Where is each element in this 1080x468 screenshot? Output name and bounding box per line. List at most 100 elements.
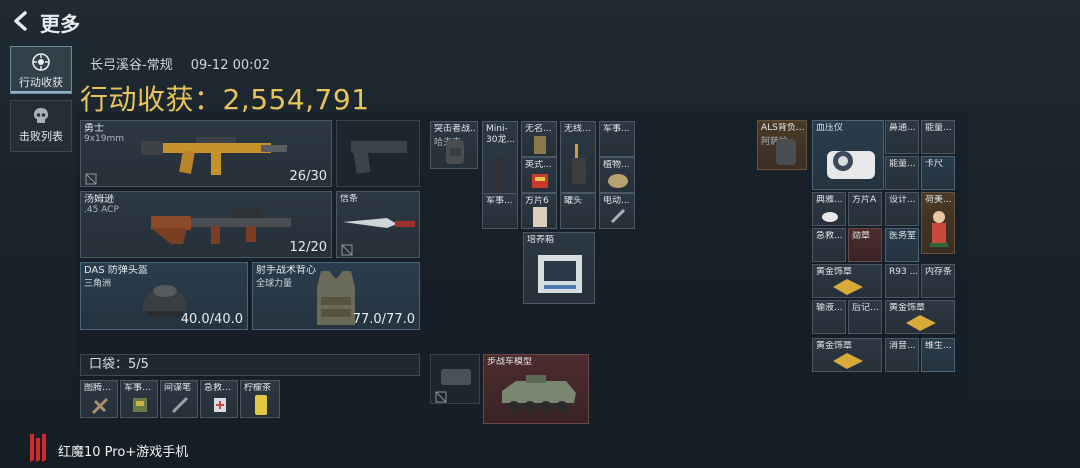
blood-pressure-icon (827, 151, 875, 179)
armor-slot[interactable]: 射手战术背心 全球力量 77.0/77.0 (252, 262, 420, 330)
backpack-item[interactable]: 罐头 (560, 193, 596, 229)
primary-weapon-slot[interactable]: 勇士 9x19mm 26/30 (80, 120, 332, 187)
backpack-item[interactable]: 无名... (521, 121, 557, 157)
backpack-icon (776, 139, 796, 165)
pocket-item[interactable]: 军事... (120, 380, 158, 418)
target-icon (32, 53, 50, 71)
tab-kill-list[interactable]: 击败列表 (10, 100, 72, 152)
safebox-item[interactable]: 荷美... (921, 192, 955, 254)
backpack-item[interactable]: 突击者战... 哈夫克 (430, 121, 478, 169)
backpack-item[interactable]: 植物... (599, 157, 635, 193)
safebox-item[interactable]: 黄金饰章 (812, 338, 882, 372)
raid-time: 09-12 00:02 (190, 58, 271, 73)
safebox-item[interactable]: 勋章 (848, 228, 882, 262)
gold-badge-icon (833, 279, 863, 295)
lock-icon (435, 391, 447, 403)
backpack-item[interactable]: 军事... (599, 121, 635, 157)
safebox-item[interactable]: 黄金饰章 (812, 264, 882, 298)
tin-icon (532, 174, 548, 188)
safebox-item[interactable]: 鼻通... (885, 120, 919, 154)
jar-icon (608, 174, 628, 188)
weapon-name: 汤姆逊 (84, 194, 114, 205)
card-icon (533, 207, 547, 227)
safebox-item[interactable]: R93 ... (885, 264, 919, 298)
melee-name: 信条 (340, 194, 359, 204)
backpack-item[interactable]: 方片6 (521, 193, 557, 229)
firstaid-icon (214, 398, 226, 412)
backpack-item[interactable]: 英式... (521, 157, 557, 193)
skull-icon (34, 108, 48, 123)
tea-can-icon (255, 395, 267, 415)
safebox-item[interactable]: 方片A (848, 192, 882, 226)
back-arrow-icon[interactable] (10, 10, 32, 32)
helmet-slot[interactable]: DAS 防弹头盔 三角洲 40.0/40.0 (80, 262, 248, 330)
radio-icon (572, 144, 586, 184)
brand-text: 红魔10 Pro+游戏手机 (58, 445, 189, 460)
knife-icon (343, 218, 415, 228)
ammo-count: 26/30 (289, 169, 327, 184)
map-name: 长弓溪谷-常规 (90, 58, 173, 73)
case-icon (441, 369, 471, 385)
pen-icon (171, 396, 189, 414)
tab-label: 行动收获 (19, 76, 63, 89)
safebox-item[interactable]: 后记... (848, 300, 882, 334)
gold-badge-icon (906, 315, 936, 331)
pistol-silhouette-icon (351, 141, 407, 174)
safebox-item[interactable]: 血压仪 (812, 120, 884, 190)
armor-faction: 全球力量 (256, 279, 293, 289)
helmet-faction: 三角洲 (84, 279, 112, 289)
gold-badge-icon (833, 353, 863, 369)
pocket-item[interactable]: 急救... (200, 380, 238, 418)
smg-icon (151, 208, 291, 244)
safebox-item[interactable]: 维生... (921, 338, 955, 372)
backpack-item[interactable]: 无线... (560, 121, 596, 193)
safebox-item[interactable]: 设计... (885, 192, 919, 226)
safebox-item[interactable]: 消音... (885, 338, 919, 372)
ration-icon (133, 398, 147, 412)
melee-slot[interactable]: 信条 (336, 191, 420, 258)
pocket-item[interactable]: 柠檬茶 (240, 380, 280, 418)
cup-icon (822, 212, 838, 222)
safebox-item[interactable]: 医务室 (885, 228, 919, 262)
secondary-weapon-slot[interactable]: 汤姆逊 .45 ACP 12/20 (80, 191, 332, 258)
durability: 40.0/40.0 (180, 312, 243, 327)
armor-name: 射手战术背心 (256, 265, 316, 276)
backpack-item[interactable]: 培养箱 (523, 232, 595, 304)
pocket-item[interactable]: 间谍笔 (160, 380, 198, 418)
tool-icon (610, 208, 626, 224)
safebox-item[interactable]: 急救... (812, 228, 846, 262)
tag-icon (534, 136, 546, 154)
safebox-item[interactable]: 能量... (885, 156, 919, 190)
tab-action-harvest[interactable]: 行动收获 (10, 46, 72, 94)
raid-info: 长弓溪谷-常规 09-12 00:02 (90, 54, 270, 73)
safebox-item[interactable]: 内存条 (921, 264, 955, 298)
durability: 77.0/77.0 (352, 312, 415, 327)
safebox-item[interactable]: 能量... (921, 120, 955, 154)
totem-icon (91, 397, 109, 415)
safebox-item[interactable]: 卡尺 (921, 156, 955, 190)
pocket-item[interactable]: 图腾... (80, 380, 118, 418)
safebox-item[interactable]: 典雅... (812, 192, 846, 226)
backpack-item[interactable]: 电动... (599, 193, 635, 229)
weapon-ammo: .45 ACP (84, 205, 119, 215)
apc-model-icon (502, 375, 576, 413)
figurine-icon (930, 211, 948, 247)
page-title: 更多 (40, 12, 80, 36)
backpack-empty-slot[interactable] (430, 354, 480, 404)
pistol-slot[interactable] (336, 120, 420, 187)
brand-logo-icon (30, 434, 46, 462)
safebox-item[interactable]: 黄金饰章 (885, 300, 955, 334)
lock-icon (341, 244, 353, 256)
backpack-icon (446, 140, 464, 164)
backpack-item[interactable]: 军事... (482, 193, 518, 229)
weapon-ammo: 9x19mm (84, 134, 125, 144)
ammo-count: 12/20 (289, 240, 327, 255)
rifle-icon (141, 137, 287, 175)
safebox-item[interactable]: 输液... (812, 300, 846, 334)
weapon-name: 勇士 (84, 123, 104, 134)
harvest-total: 行动收获：2,554,791 (80, 83, 370, 116)
tab-label: 击败列表 (19, 130, 63, 143)
backpack-item[interactable]: 步战车模型 (483, 354, 589, 424)
lock-icon (85, 173, 97, 185)
safebox-item[interactable]: ALS背负... 阿萨拉 (757, 120, 807, 170)
